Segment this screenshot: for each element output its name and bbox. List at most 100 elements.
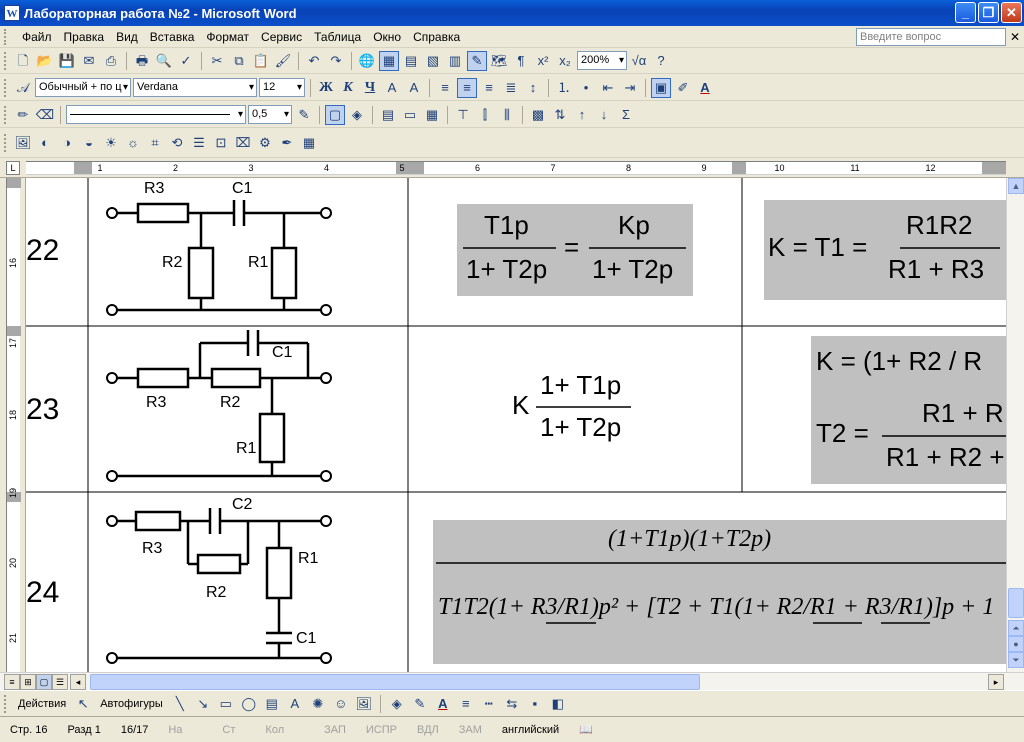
equation-icon[interactable]: √α [629,51,649,71]
text-wrap-icon[interactable]: ⌧ [233,133,253,153]
split-cells-icon[interactable]: ▦ [422,105,442,125]
spelling-icon[interactable]: ✓ [176,51,196,71]
autosum-icon[interactable]: Σ [616,105,636,125]
columns-icon[interactable]: ▥ [445,51,465,71]
distribute-columns-icon[interactable]: ⫼ [497,105,517,125]
preview-icon[interactable]: 🔍 [154,51,174,71]
line-spacing-icon[interactable]: ↕ [523,78,543,98]
scroll-left-icon[interactable]: ◂ [70,674,86,690]
permission-icon[interactable]: ✉ [79,51,99,71]
rectangle-icon[interactable]: ▭ [216,694,236,714]
insert-excel-icon[interactable]: ▧ [423,51,443,71]
save-icon[interactable]: 💾 [57,51,77,71]
compress-icon[interactable]: ⊡ [211,133,231,153]
cut-icon[interactable]: ✂ [207,51,227,71]
style-select[interactable]: Обычный + по ц [35,78,131,97]
drawing-icon[interactable]: ✎ [467,50,487,71]
minimize-button[interactable]: _ [955,2,976,23]
line-style-select[interactable] [66,105,246,124]
line-style-draw-icon[interactable]: ≡ [456,694,476,714]
menu-file[interactable]: Файл [16,27,58,47]
horizontal-scrollbar[interactable]: ≡ ⊞ ▢ ☰ ◂ ▸ [0,672,1024,690]
prev-page-icon[interactable]: ⏶ [1008,620,1024,636]
char-border-icon[interactable]: A [404,78,424,98]
oval-icon[interactable]: ◯ [239,694,259,714]
increase-indent-icon[interactable]: ⇥ [620,78,640,98]
menu-window[interactable]: Окно [367,27,407,47]
help-search-input[interactable]: Введите вопрос [856,28,1006,46]
close-doc-icon[interactable]: ✕ [1010,28,1020,46]
borders-icon[interactable]: ▣ [651,77,671,98]
subscript-icon[interactable]: x₂ [555,51,575,71]
set-transparent-icon[interactable]: ✒ [277,133,297,153]
undo-icon[interactable]: ↶ [304,51,324,71]
text-direction-icon[interactable]: ⇅ [550,105,570,125]
eraser-icon[interactable]: ⌫ [35,105,55,125]
help-icon[interactable]: ? [651,51,671,71]
actions-menu[interactable]: Действия [14,698,70,710]
underline-button[interactable]: Ч [360,78,380,98]
show-hide-icon[interactable]: ¶ [511,51,531,71]
image-control-icon[interactable]: ◐ [35,133,55,153]
diagram-icon[interactable]: ✺ [308,694,328,714]
menu-help[interactable]: Справка [407,27,466,47]
bold-button[interactable]: Ж [316,78,336,98]
highlight-icon[interactable]: ✐ [673,78,693,98]
wordart-icon[interactable]: A [285,694,305,714]
spelling-status-icon[interactable]: 📖 [569,723,603,736]
status-trk[interactable]: ИСПР [356,724,407,736]
vertical-ruler[interactable]: 16 17 18 19 20 21 [0,178,26,672]
superscript-icon[interactable]: x² [533,51,553,71]
justify-icon[interactable]: ≣ [501,78,521,98]
autoshapes-menu[interactable]: Автофигуры [96,698,167,710]
toolbar-grip[interactable] [4,51,7,70]
normal-view-icon[interactable]: ≡ [4,674,20,690]
format-painter-icon[interactable]: 🖌 [273,51,293,71]
sort-descending-icon[interactable]: ↓ [594,105,614,125]
draw-table-icon[interactable]: ✏ [13,105,33,125]
char-scale-icon[interactable]: A [382,78,402,98]
more-contrast-icon[interactable]: ◑ [57,133,77,153]
menu-table[interactable]: Таблица [308,27,367,47]
border-color-icon[interactable]: ✎ [294,105,314,125]
toolbar-grip[interactable] [4,105,7,124]
horizontal-scroll-thumb[interactable] [90,674,700,690]
text-box-icon[interactable]: ▤ [262,694,282,714]
clip-art-icon[interactable]: ☺ [331,694,351,714]
paste-icon[interactable]: 📋 [251,51,271,71]
merge-cells-icon[interactable]: ▭ [400,105,420,125]
italic-button[interactable]: К [338,78,358,98]
shadow-icon[interactable]: ▪ [525,694,545,714]
tab-selector[interactable]: L [6,161,20,175]
status-ext[interactable]: ВДЛ [407,724,449,736]
print-layout-icon[interactable]: ▢ [36,674,52,690]
line-weight-select[interactable]: 0,5 [248,105,292,124]
close-button[interactable]: ✕ [1001,2,1022,23]
copy-icon[interactable]: ⧉ [229,51,249,71]
less-brightness-icon[interactable]: ☼ [123,133,143,153]
menu-format[interactable]: Формат [200,27,255,47]
line-style-icon[interactable]: ☰ [189,133,209,153]
menu-insert[interactable]: Вставка [144,27,201,47]
menu-grip[interactable] [4,28,10,45]
open-folder-icon[interactable]: 📂 [35,51,55,71]
scroll-up-icon[interactable]: ▲ [1008,178,1024,194]
align-center-icon[interactable]: ≡ [457,77,477,98]
insert-table-icon[interactable]: ▤ [401,51,421,71]
outline-view-icon[interactable]: ☰ [52,674,68,690]
horizontal-ruler[interactable]: L 1 2 3 4 5 6 7 8 9 10 11 12 [0,158,1024,178]
status-ovr[interactable]: ЗАМ [449,724,492,736]
font-size-select[interactable]: 12 [259,78,305,97]
3d-icon[interactable]: ◧ [548,694,568,714]
select-objects-icon[interactable]: ↖ [73,694,93,714]
word-app-icon[interactable]: W [4,5,20,21]
font-color-icon[interactable]: A [695,78,715,98]
toolbar-grip[interactable] [4,694,7,713]
cell-align-icon[interactable]: ⊤ [453,105,473,125]
web-view-icon[interactable]: ⊞ [20,674,36,690]
table-autoformat-icon[interactable]: ▩ [528,105,548,125]
scroll-right-icon[interactable]: ▸ [988,674,1004,690]
insert-table-dropdown-icon[interactable]: ▤ [378,105,398,125]
fill-color-icon[interactable]: ◈ [387,694,407,714]
redo-icon[interactable]: ↷ [326,51,346,71]
